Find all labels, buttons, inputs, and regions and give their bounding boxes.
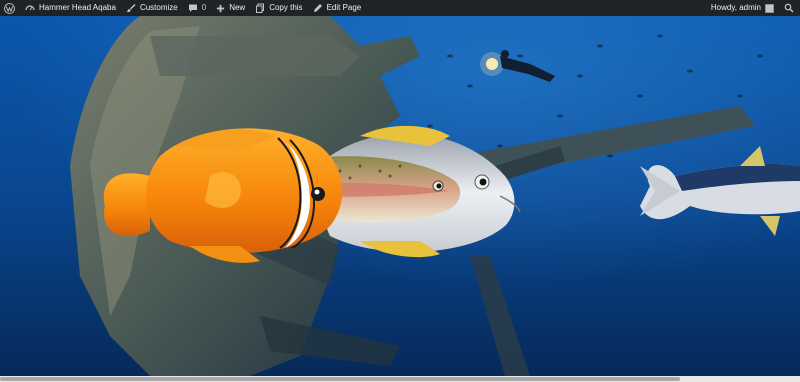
search-button[interactable] [780,0,800,16]
copy-this-link[interactable]: Copy this [251,0,308,16]
edit-page-link[interactable]: Edit Page [309,0,368,16]
comment-bubble-icon [188,4,197,12]
pencil-icon [313,4,322,12]
plus-icon [217,4,225,12]
copy-label: Copy this [269,3,303,12]
horizontal-scrollbar[interactable] [0,376,800,382]
avatar [765,3,774,13]
comments-count: 0 [201,3,207,12]
edit-page-label: Edit Page [326,3,362,12]
comments-link[interactable]: 0 [184,0,212,16]
greeting-label: Howdy, admin [710,3,761,12]
scrollbar-thumb[interactable] [0,377,680,381]
copy-icon [256,3,265,13]
dashboard-icon [25,5,35,11]
new-label: New [229,3,246,12]
admin-bar: Hammer Head Aqaba Customize 0 New Copy t… [0,0,800,16]
wordpress-logo-button[interactable] [0,0,21,16]
paintbrush-icon [126,4,136,13]
customize-link[interactable]: Customize [122,0,184,16]
wordpress-icon [4,2,15,14]
new-content-link[interactable]: New [212,0,251,16]
search-icon [784,3,794,13]
site-name-label: Hammer Head Aqaba [39,3,116,12]
account-menu[interactable]: Howdy, admin [707,0,780,16]
hero-underwater-image [0,16,800,376]
site-name-link[interactable]: Hammer Head Aqaba [21,0,122,16]
customize-label: Customize [139,3,178,12]
